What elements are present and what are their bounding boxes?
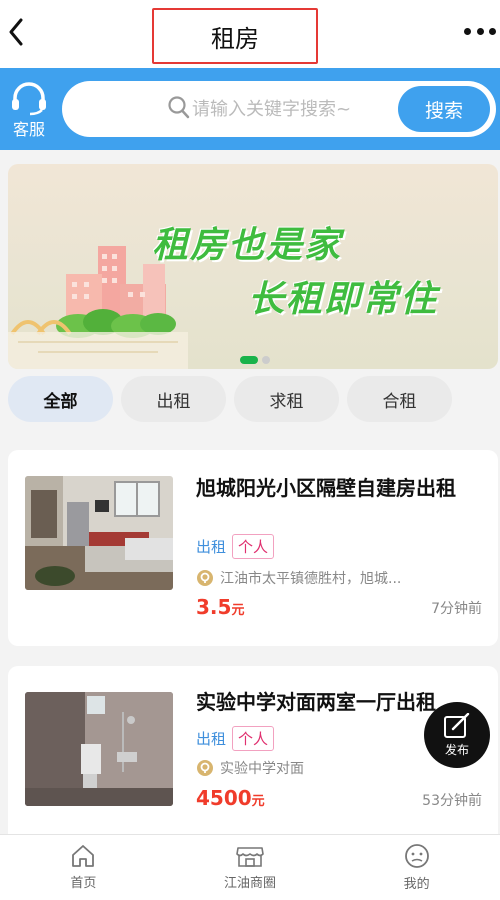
promo-banner[interactable]: 租房也是家 长租即常住 <box>8 164 498 369</box>
listing-location: 江油市太平镇德胜村，旭城... <box>196 568 426 588</box>
publish-button[interactable]: 发布 <box>424 702 490 768</box>
search-icon <box>168 96 190 119</box>
listing-photo <box>25 692 173 806</box>
nav-label-home: 首页 <box>70 876 97 891</box>
search-button[interactable]: 搜索 <box>398 86 490 132</box>
more-dot-icon <box>489 27 496 35</box>
listing-price-value: 3.5 <box>196 595 232 619</box>
listing-price-value: 4500 <box>196 786 252 810</box>
page-title-box: 租房 <box>152 8 318 64</box>
listing-poster-badge: 个人 <box>232 726 275 751</box>
chevron-left-icon <box>9 18 23 46</box>
listing-photo <box>25 476 173 590</box>
banner-pagination <box>240 356 270 364</box>
more-dot-icon <box>476 27 484 35</box>
tab-seek-rent[interactable]: 求租 <box>234 376 339 422</box>
listing-time: 7分钟前 <box>431 601 482 617</box>
search-input[interactable] <box>192 91 392 127</box>
tab-all[interactable]: 全部 <box>8 376 113 422</box>
banner-headline-2: 长租即常住 <box>248 279 439 320</box>
listing-location: 实验中学对面 <box>196 758 426 778</box>
banner-headline-1: 租房也是家 <box>152 225 343 266</box>
listing-location-text: 江油市太平镇德胜村，旭城... <box>220 571 402 587</box>
nav-item-home[interactable]: 首页 <box>0 835 167 900</box>
back-button[interactable] <box>4 12 28 52</box>
listing-tags: 出租 个人 <box>196 534 275 559</box>
location-pin-icon <box>197 760 213 776</box>
listing-price-unit: 元 <box>251 794 265 809</box>
listing-location-text: 实验中学对面 <box>220 761 304 777</box>
nav-label-business-district: 江油商圈 <box>224 876 277 891</box>
listing-price: 4500元 <box>196 786 265 810</box>
category-tabs: 全部 出租 求租 合租 <box>8 376 498 422</box>
more-dot-icon <box>464 27 471 35</box>
customer-service-button[interactable]: 客服 <box>8 82 50 139</box>
location-pin-icon <box>197 570 213 586</box>
listing-type-tag: 出租 <box>196 730 227 748</box>
home-icon <box>72 845 95 867</box>
listing-card[interactable]: 旭城阳光小区隔壁自建房出租 出租 个人 江油市太平镇德胜村，旭城... 3.5元… <box>8 450 498 646</box>
headset-icon <box>12 82 46 116</box>
listing-type-tag: 出租 <box>196 538 227 556</box>
more-menu-button[interactable] <box>464 24 496 38</box>
pagination-dot[interactable] <box>262 356 270 364</box>
tab-rent-out[interactable]: 出租 <box>121 376 226 422</box>
listing-poster-badge: 个人 <box>232 534 275 559</box>
pagination-dot-active[interactable] <box>240 356 258 364</box>
listing-price: 3.5元 <box>196 595 244 619</box>
listing-time: 53分钟前 <box>422 793 482 809</box>
listing-card[interactable]: 实验中学对面两室一厅出租 出租 个人 实验中学对面 4500元 53分钟前 <box>8 666 498 846</box>
edit-icon <box>444 712 470 738</box>
top-header: 租房 <box>0 0 500 68</box>
tab-shared-rent[interactable]: 合租 <box>347 376 452 422</box>
nav-item-mine[interactable]: 我的 <box>333 835 500 900</box>
search-box: 搜索 <box>62 81 496 137</box>
listing-tags: 出租 个人 <box>196 726 275 751</box>
listing-price-unit: 元 <box>231 603 245 618</box>
bottom-nav: 首页 江油商圈 我的 <box>0 834 500 900</box>
nav-label-mine: 我的 <box>403 877 430 892</box>
listing-title: 旭城阳光小区隔壁自建房出租 <box>196 476 456 500</box>
profile-face-icon <box>404 844 429 868</box>
page-title: 租房 <box>211 24 259 53</box>
store-icon <box>236 847 264 867</box>
nav-item-business-district[interactable]: 江油商圈 <box>167 835 334 900</box>
publish-label: 发布 <box>444 742 469 757</box>
search-bar-area: 客服 搜索 <box>0 68 500 150</box>
customer-service-label: 客服 <box>12 120 45 139</box>
